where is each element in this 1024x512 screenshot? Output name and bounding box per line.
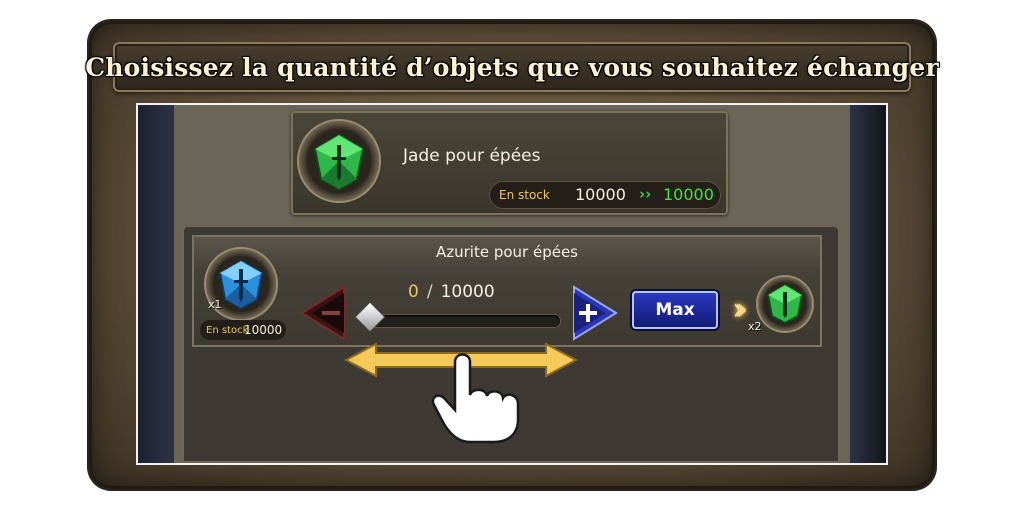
stock-current-value: 10000 [575, 185, 626, 204]
result-quantity: x2 [748, 320, 762, 333]
counter-separator: / [426, 282, 433, 302]
source-stock-value: 10000 [244, 323, 283, 337]
game-screenshot: Jade pour épées En stock 10000 ›› 10000 … [138, 105, 886, 463]
stock-indicator: En stock 10000 ›› 10000 [489, 181, 721, 209]
stock-change-arrows: ›› [639, 185, 652, 203]
background-left-panel [138, 105, 174, 463]
minus-button[interactable] [298, 285, 348, 341]
background-right-panel [850, 105, 886, 463]
result-gem-frame [758, 277, 812, 331]
source-stock-label: En stock [206, 325, 249, 336]
jade-gem-frame [299, 121, 379, 201]
max-button[interactable]: Max [632, 291, 718, 329]
trade-row-header: Azurite pour épées [194, 237, 820, 267]
plus-button[interactable] [570, 285, 620, 341]
target-item-card: Jade pour épées En stock 10000 ›› 10000 [291, 111, 728, 215]
source-quantity: x1 [208, 298, 222, 311]
stock-after-value: 10000 [663, 185, 714, 204]
stock-label: En stock [499, 188, 550, 202]
minus-icon [322, 311, 340, 315]
counter-current: 0 [408, 282, 419, 302]
counter-max: 10000 [440, 282, 495, 302]
source-item-name: Azurite pour épées [435, 243, 579, 261]
source-stock: En stock 10000 [200, 320, 286, 340]
green-jade-gem-icon [766, 283, 804, 325]
tutorial-title: Choisissez la quantité d’objets que vous… [85, 52, 939, 82]
result-arrows-icon: ››› [732, 292, 748, 327]
tutorial-title-bar: Choisissez la quantité d’objets que vous… [85, 42, 939, 92]
green-jade-gem-icon [313, 133, 365, 191]
target-item-name: Jade pour épées [403, 146, 541, 166]
quantity-counter: 0 / 10000 [408, 282, 495, 302]
quantity-slider[interactable] [368, 315, 560, 327]
